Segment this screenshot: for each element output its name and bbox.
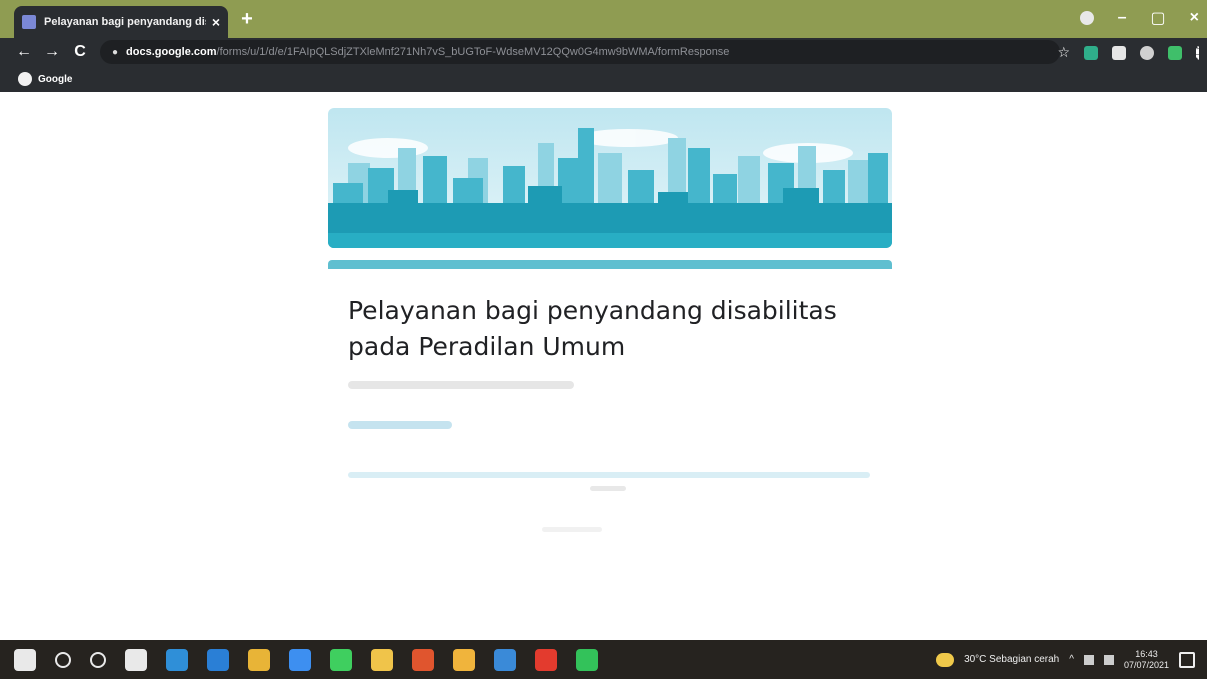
cityscape-illustration xyxy=(328,128,892,248)
form-accent-bar xyxy=(328,260,892,269)
youtube-icon[interactable] xyxy=(535,648,557,671)
office-icon[interactable] xyxy=(412,648,434,671)
weather-text[interactable]: 30°C Sebagian cerah xyxy=(964,654,1059,665)
forms-favicon-icon xyxy=(22,15,36,29)
spotify-icon[interactable] xyxy=(576,648,598,671)
browser-titlebar: Pelayanan bagi penyandang dis × + – ▢ × xyxy=(0,0,1207,38)
form-header-cityscape-image xyxy=(328,108,892,248)
tray-overflow-chevron-icon[interactable]: ^ xyxy=(1069,654,1074,665)
window-restore-button[interactable]: ▢ xyxy=(1151,8,1166,28)
notification-center-icon[interactable] xyxy=(1179,651,1195,668)
form-page: Pelayanan bagi penyandang disabilitas pa… xyxy=(0,92,1207,640)
weather-icon[interactable] xyxy=(936,652,955,667)
address-bar[interactable]: ● docs.google.com /forms/u/1/d/e/1FAIpQL… xyxy=(100,40,1060,64)
forward-button[interactable]: → xyxy=(38,43,66,61)
search-icon[interactable] xyxy=(55,651,71,668)
clock-time: 16:43 xyxy=(1135,648,1158,659)
tab-close-icon[interactable]: × xyxy=(212,14,220,30)
extension-green-icon[interactable] xyxy=(1084,45,1098,60)
volume-icon[interactable] xyxy=(1103,654,1114,665)
window-close-button[interactable]: × xyxy=(1190,9,1199,27)
network-icon[interactable] xyxy=(1083,654,1094,665)
system-tray: 30°C Sebagian cerah ^ 16:43 07/07/2021 xyxy=(936,640,1195,679)
puzzle-extensions-icon[interactable] xyxy=(1112,45,1126,60)
tab-title: Pelayanan bagi penyandang dis xyxy=(44,16,206,28)
browser-tab-active[interactable]: Pelayanan bagi penyandang dis × xyxy=(14,6,228,38)
bookmarks-bar: Google xyxy=(0,66,1207,92)
mail-icon[interactable] xyxy=(207,648,229,671)
google-forms-logo-blurred xyxy=(542,527,602,532)
messenger-icon[interactable] xyxy=(289,648,311,671)
form-response-card: Pelayanan bagi penyandang disabilitas pa… xyxy=(328,269,892,532)
url-host: docs.google.com xyxy=(126,46,217,58)
window-minimize-button[interactable]: – xyxy=(1118,9,1127,27)
bookmark-star-icon[interactable]: ☆ xyxy=(1057,44,1070,61)
extensions-area: ☆ xyxy=(1057,44,1199,61)
google-bookmark-icon xyxy=(18,72,32,86)
task-view-icon[interactable] xyxy=(125,648,147,671)
clock-date: 07/07/2021 xyxy=(1123,659,1169,670)
store-icon[interactable] xyxy=(494,648,516,671)
bookmark-google[interactable]: Google xyxy=(38,74,72,85)
window-controls: – ▢ × xyxy=(1079,8,1199,28)
shield-extension-icon[interactable] xyxy=(1168,45,1182,60)
lock-icon: ● xyxy=(112,46,119,58)
browser-toolbar: ← → C ● docs.google.com /forms/u/1/d/e/1… xyxy=(0,38,1207,66)
edit-response-link-blurred[interactable] xyxy=(348,421,452,429)
whatsapp-icon[interactable] xyxy=(330,648,352,671)
windows-start-icon[interactable] xyxy=(14,648,36,671)
back-button[interactable]: ← xyxy=(10,43,38,61)
windows-taskbar: 30°C Sebagian cerah ^ 16:43 07/07/2021 xyxy=(0,640,1207,679)
file-explorer-icon[interactable] xyxy=(371,648,393,671)
confirmation-message-blurred xyxy=(348,381,574,389)
profile-indicator-icon[interactable] xyxy=(1079,11,1094,25)
system-clock[interactable]: 16:43 07/07/2021 xyxy=(1124,649,1169,671)
form-title: Pelayanan bagi penyandang disabilitas pa… xyxy=(348,296,837,361)
forms-disclaimer-blurred xyxy=(348,472,870,478)
url-path: /forms/u/1/d/e/1FAIpQLSdjZTXleMnf271Nh7v… xyxy=(216,46,730,58)
menu-kebab-icon[interactable] xyxy=(1196,45,1199,60)
profile-icon[interactable] xyxy=(1140,45,1154,60)
reload-button[interactable]: C xyxy=(66,43,94,61)
chrome-icon[interactable] xyxy=(248,648,270,671)
new-tab-button[interactable]: + xyxy=(236,8,258,30)
chrome-active-icon[interactable] xyxy=(453,648,475,671)
forms-disclaimer-link-blurred[interactable] xyxy=(590,486,626,491)
edge-icon[interactable] xyxy=(166,648,188,671)
cortana-icon[interactable] xyxy=(90,651,106,668)
